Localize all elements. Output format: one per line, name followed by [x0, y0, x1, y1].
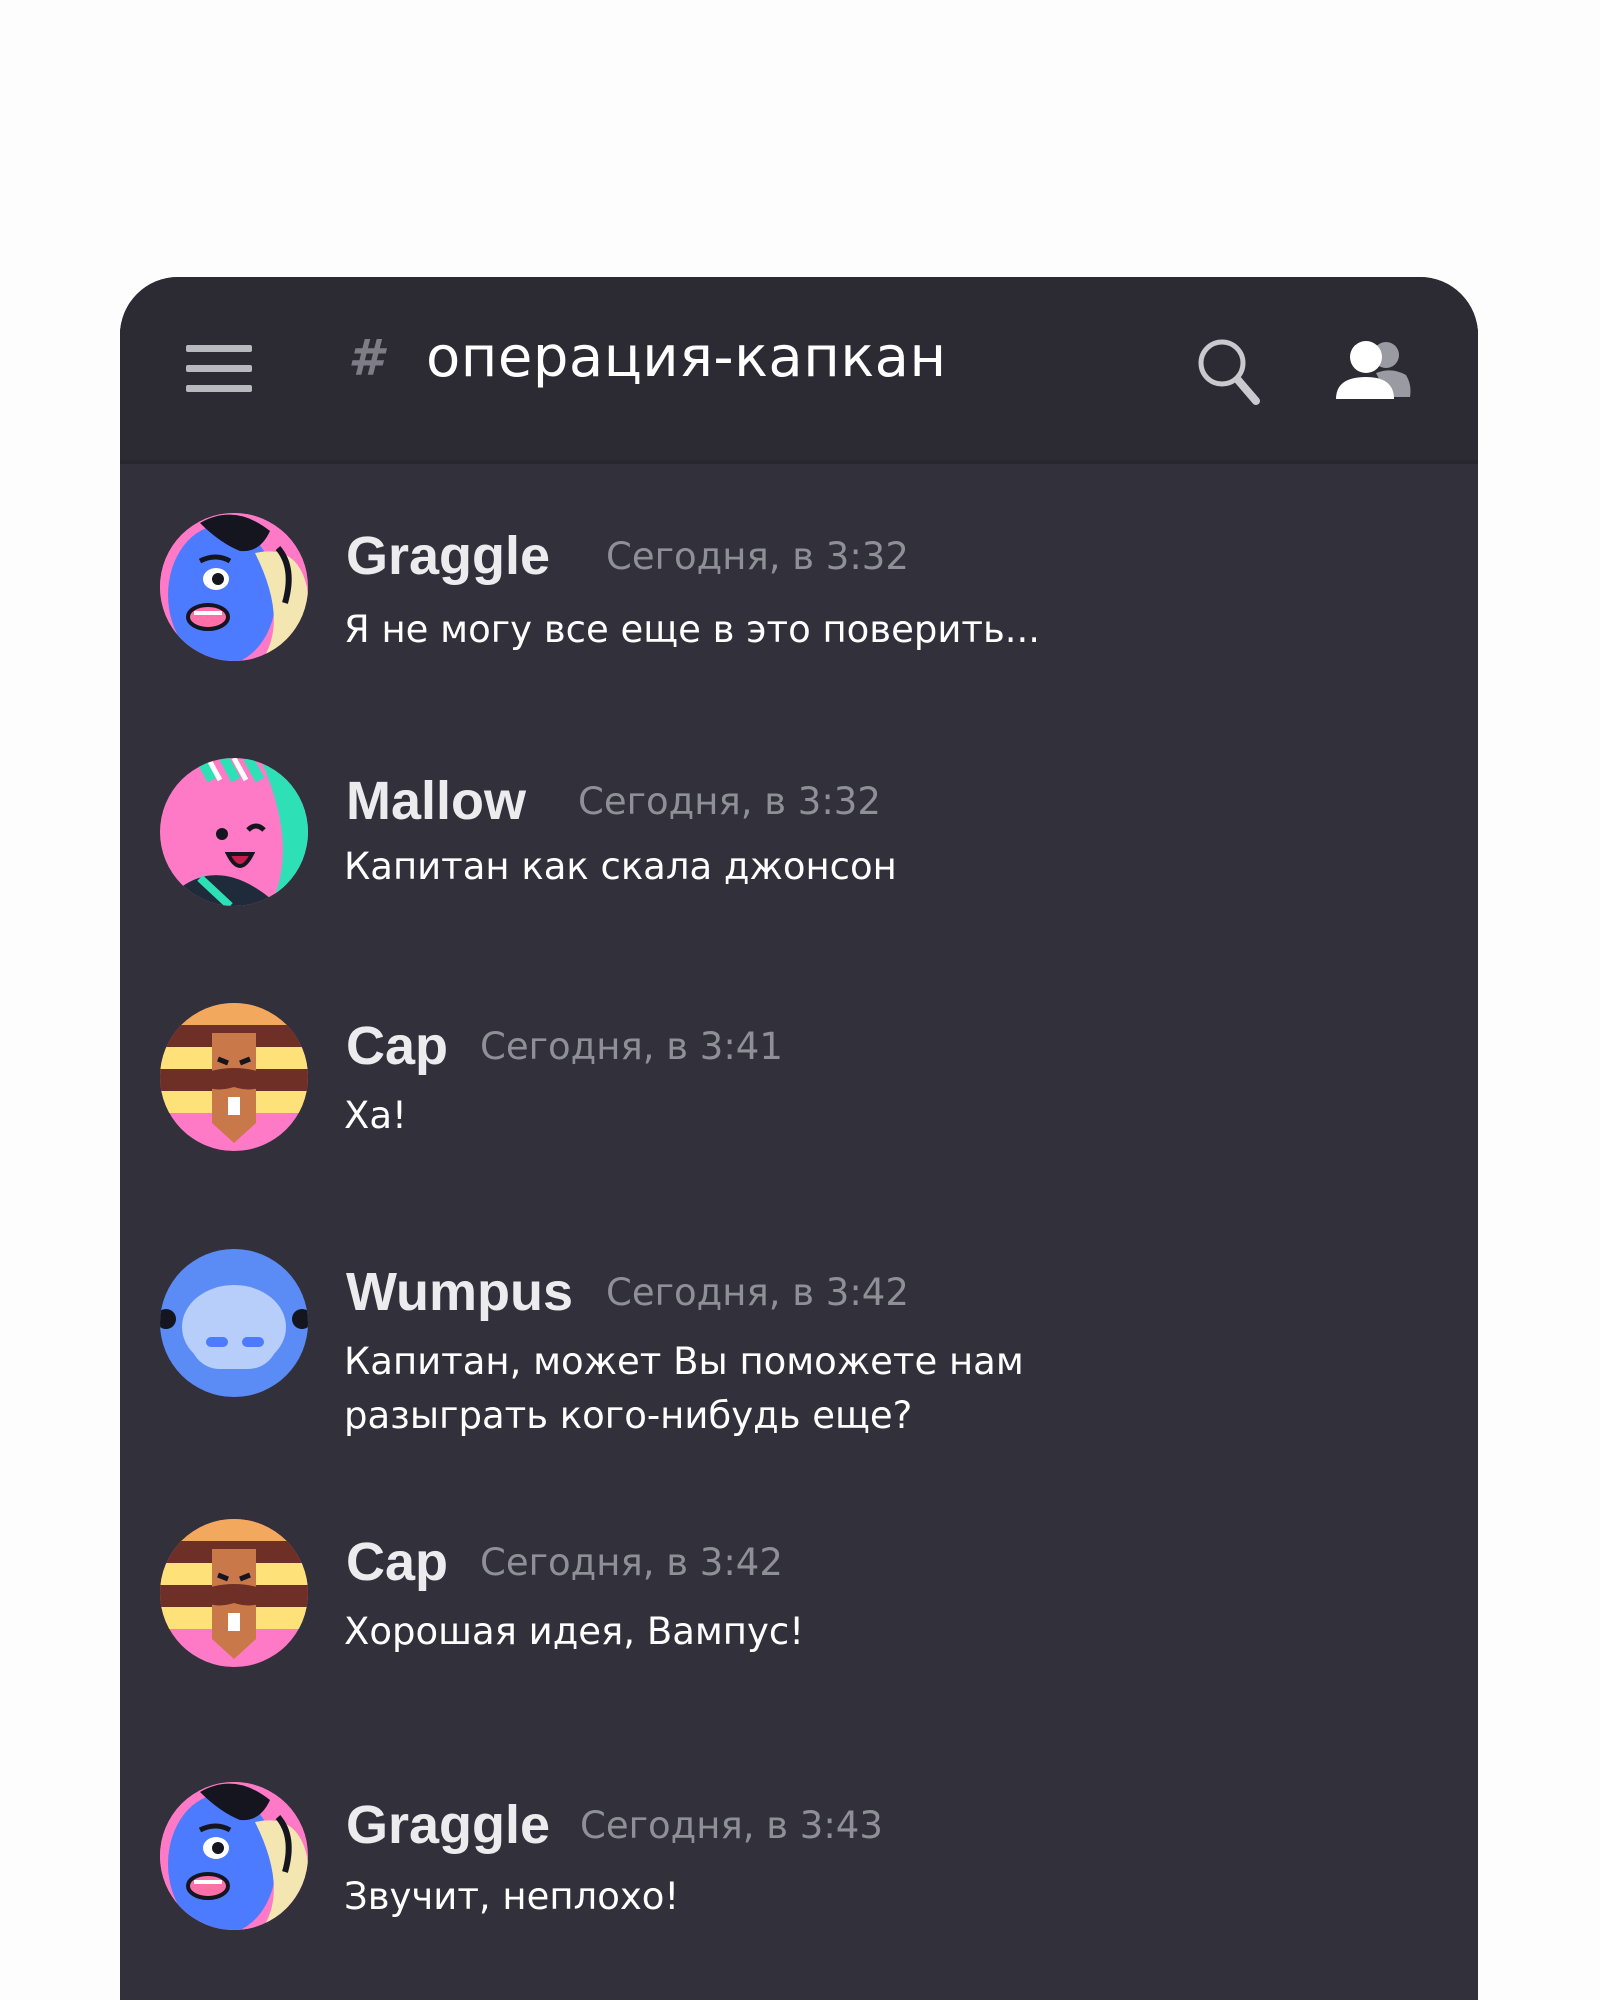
message-timestamp: Сегодня, в 3:32	[606, 535, 909, 578]
message-item: Mallow Сегодня, в 3:32 Капитан как скала…	[120, 758, 1478, 958]
hamburger-menu-icon[interactable]	[186, 343, 254, 397]
message-text: Капитан как скала джонсон	[344, 845, 897, 888]
members-icon[interactable]	[1332, 337, 1412, 401]
menu-line	[186, 385, 252, 392]
message-item: Wumpus Сегодня, в 3:42 Капитан, может Вы…	[120, 1249, 1478, 1499]
message-timestamp: Сегодня, в 3:32	[578, 780, 881, 823]
cap-avatar[interactable]	[160, 1003, 308, 1151]
message-author[interactable]: Cap	[346, 1531, 448, 1593]
channel-hash-icon: #	[348, 329, 383, 387]
message-author[interactable]: Graggle	[346, 1794, 550, 1856]
message-text: Капитан, может Вы поможете нам разыграть…	[344, 1340, 1024, 1437]
message-item: Cap Сегодня, в 3:41 Ха!	[120, 1003, 1478, 1203]
message-timestamp: Сегодня, в 3:42	[606, 1271, 909, 1314]
cap-avatar[interactable]	[160, 1519, 308, 1667]
message-author[interactable]: Cap	[346, 1015, 448, 1077]
channel-title: операция-капкан	[426, 325, 947, 390]
mallow-avatar[interactable]	[160, 758, 308, 906]
wumpus-avatar[interactable]	[160, 1249, 308, 1397]
menu-line	[186, 365, 252, 372]
message-author[interactable]: Wumpus	[346, 1261, 573, 1323]
message-text: Ха!	[344, 1094, 407, 1137]
menu-line	[186, 345, 252, 352]
chat-window: # операция-капкан Graggle Сегодня, в 3:3…	[120, 277, 1478, 2000]
graggle-avatar[interactable]	[160, 513, 308, 661]
message-author[interactable]: Graggle	[346, 525, 550, 587]
message-text: Звучит, неплохо!	[344, 1875, 680, 1918]
message-timestamp: Сегодня, в 3:41	[480, 1025, 783, 1068]
graggle-avatar[interactable]	[160, 1782, 308, 1930]
message-timestamp: Сегодня, в 3:43	[580, 1804, 883, 1847]
message-text: Хорошая идея, Вампус!	[344, 1610, 805, 1653]
search-icon[interactable]	[1196, 337, 1260, 407]
message-timestamp: Сегодня, в 3:42	[480, 1541, 783, 1584]
message-item: Graggle Сегодня, в 3:43 Звучит, неплохо!	[120, 1782, 1478, 1982]
message-text: Я не могу все еще в это поверить...	[344, 608, 1041, 651]
message-item: Graggle Сегодня, в 3:32 Я не могу все ещ…	[120, 513, 1478, 713]
channel-header: # операция-капкан	[120, 277, 1478, 460]
message-item: Cap Сегодня, в 3:42 Хорошая идея, Вампус…	[120, 1519, 1478, 1719]
message-author[interactable]: Mallow	[346, 770, 526, 832]
